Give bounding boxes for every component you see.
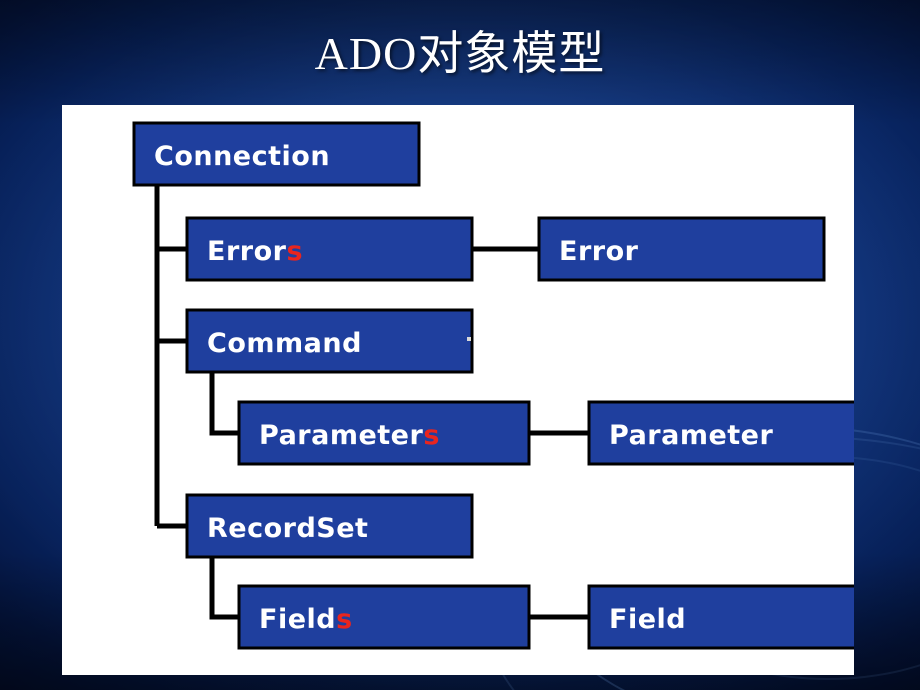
node-errors[interactable]: Errors	[185, 216, 474, 282]
diagram-svg: Connection Errors Error Command Paramete	[132, 121, 854, 650]
node-parameter[interactable]: Parameter	[587, 400, 854, 466]
ado-object-model-diagram: Connection Errors Error Command Paramete	[62, 105, 854, 675]
svg-text:Parameters: Parameters	[259, 420, 440, 451]
node-recordset-label: RecordSet	[207, 513, 368, 544]
node-recordset[interactable]: RecordSet	[185, 493, 474, 559]
node-field-label: Field	[609, 604, 686, 635]
svg-text:Errors: Errors	[207, 236, 303, 267]
edge-recordset-fields	[209, 557, 239, 620]
node-field[interactable]: Field	[587, 584, 854, 650]
page-title: ADO对象模型	[314, 28, 606, 79]
node-fields[interactable]: Fields	[237, 584, 531, 650]
node-error[interactable]: Error	[537, 216, 826, 282]
node-command-label: Command	[207, 328, 362, 359]
node-parameters[interactable]: Parameters	[237, 400, 531, 466]
node-error-label: Error	[559, 236, 639, 267]
node-errors-accent: s	[286, 236, 303, 267]
node-connection-label: Connection	[154, 141, 330, 172]
node-parameter-label: Parameter	[609, 420, 773, 451]
node-connection[interactable]: Connection	[132, 121, 421, 187]
node-command[interactable]: Command	[185, 308, 474, 374]
node-errors-label: Error	[207, 236, 287, 267]
node-parameters-accent: s	[423, 420, 440, 451]
node-fields-accent: s	[336, 604, 353, 635]
diagram-nodes: Connection Errors Error Command Paramete	[132, 121, 854, 650]
slide-canvas: ADO对象模型 Connection Errors Error Command …	[0, 0, 920, 690]
node-fields-label: Field	[259, 604, 336, 635]
node-parameters-label: Parameter	[259, 420, 423, 451]
svg-text:Fields: Fields	[259, 604, 353, 635]
edge-command-parameters	[209, 372, 239, 436]
stray-dot-marker	[467, 337, 471, 341]
